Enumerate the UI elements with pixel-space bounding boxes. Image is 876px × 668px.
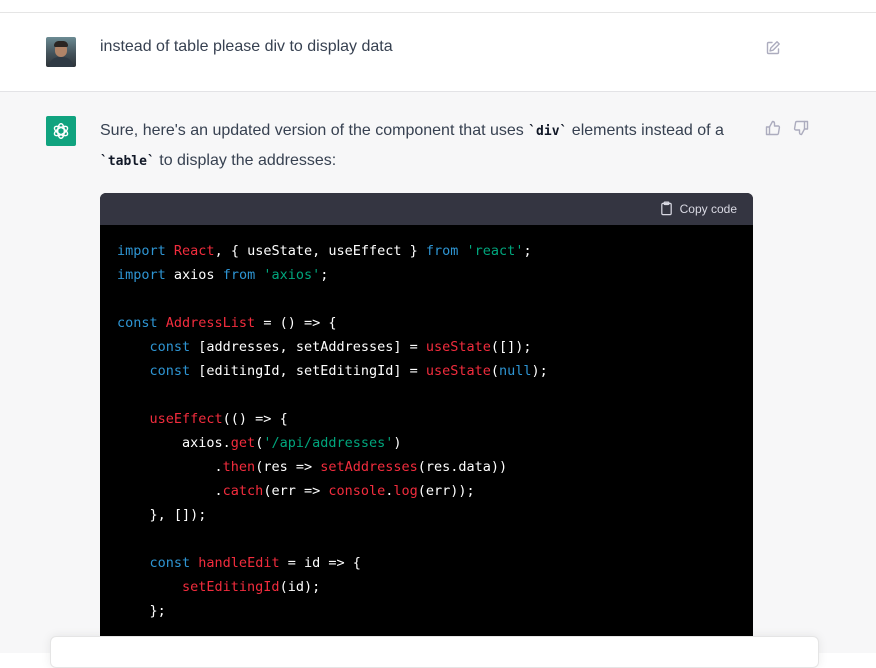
code-token: (id); — [279, 579, 321, 595]
code-line: const handleEdit = id => { — [117, 551, 737, 575]
code-token: ; — [523, 243, 532, 259]
code-token: useEffect — [149, 411, 223, 427]
inline-code: `div` — [528, 124, 568, 139]
code-token: ; — [320, 267, 329, 283]
code-block-header: Copy code — [100, 193, 753, 225]
code-line: useEffect(() => { — [117, 407, 737, 431]
code-token: handleEdit — [198, 555, 280, 571]
code-content: import React, { useState, useEffect } fr… — [100, 225, 753, 623]
code-token: then — [222, 459, 256, 475]
code-line: const [editingId, setEditingId] = useSta… — [117, 359, 737, 383]
assistant-message-text: Sure, here's an updated version of the c… — [100, 116, 740, 176]
code-block: Copy code import React, { useState, useE… — [100, 193, 753, 653]
thumbs-up-icon[interactable] — [765, 120, 781, 136]
assistant-text-part: elements instead of a — [567, 122, 724, 139]
code-line: .catch(err => console.log(err)); — [117, 479, 737, 503]
edit-icon[interactable] — [765, 40, 781, 56]
code-line: import axios from 'axios'; — [117, 263, 737, 287]
assistant-text-part: to display the addresses: — [154, 152, 337, 169]
code-token: useState — [425, 339, 491, 355]
code-token: ([]); — [490, 339, 532, 355]
code-token: 'react' — [466, 243, 524, 259]
user-message-row: instead of table please div to display d… — [0, 13, 876, 92]
code-token: catch — [222, 483, 264, 499]
code-token: (err => — [263, 483, 329, 499]
copy-code-label: Copy code — [679, 201, 737, 216]
code-token: from — [425, 243, 459, 259]
code-token: import — [117, 267, 166, 283]
inline-code: `table` — [100, 154, 155, 169]
code-token: setAddresses — [320, 459, 418, 475]
user-message-text: instead of table please div to display d… — [100, 38, 393, 55]
code-line: }; — [117, 599, 737, 623]
code-token: ) — [393, 435, 402, 451]
code-token: = () => { — [255, 315, 337, 331]
code-token: axios. — [117, 435, 231, 451]
code-token: null — [499, 363, 532, 379]
code-token: const — [149, 363, 191, 379]
code-token: . — [117, 483, 223, 499]
code-token: from — [222, 267, 256, 283]
code-token: }; — [117, 603, 166, 619]
code-line: setEditingId(id); — [117, 575, 737, 599]
code-token: setEditingId — [182, 579, 280, 595]
message-input-bar[interactable] — [50, 636, 819, 668]
code-token: axios — [165, 267, 223, 283]
code-token: console — [328, 483, 386, 499]
code-line: axios.get('/api/addresses') — [117, 431, 737, 455]
code-token: useState — [425, 363, 491, 379]
code-token: }, []); — [117, 507, 207, 523]
code-token: , { useState, useEffect } — [214, 243, 426, 259]
code-token: get — [230, 435, 256, 451]
code-token: const — [149, 339, 191, 355]
code-line: const AddressList = () => { — [117, 311, 737, 335]
code-token: = id => { — [279, 555, 361, 571]
code-token: . — [117, 459, 223, 475]
code-token: import — [117, 243, 166, 259]
code-line: const [addresses, setAddresses] = useSta… — [117, 335, 737, 359]
code-token: ); — [531, 363, 548, 379]
code-token: (() => { — [222, 411, 288, 427]
code-token: const — [149, 555, 191, 571]
clipboard-icon — [660, 201, 672, 216]
code-token: 'axios' — [263, 267, 321, 283]
assistant-text-part: Sure, here's an updated version of the c… — [100, 122, 529, 139]
code-token: React — [173, 243, 215, 259]
code-line: }, []); — [117, 503, 737, 527]
code-token: '/api/addresses' — [263, 435, 394, 451]
code-line: .then(res => setAddresses(res.data)) — [117, 455, 737, 479]
code-token: AddressList — [165, 315, 256, 331]
chatgpt-logo-icon — [46, 116, 76, 146]
user-avatar — [46, 37, 76, 67]
code-line: import React, { useState, useEffect } fr… — [117, 239, 737, 263]
code-token: [editingId, setEditingId] = — [190, 363, 426, 379]
code-token: ( — [490, 363, 500, 379]
code-token: (res.data)) — [417, 459, 508, 475]
thumbs-down-icon[interactable] — [793, 120, 809, 136]
code-token: const — [117, 315, 158, 331]
code-token: (res => — [255, 459, 321, 475]
code-token: log — [393, 483, 418, 499]
code-token: [addresses, setAddresses] = — [190, 339, 426, 355]
copy-code-button[interactable]: Copy code — [659, 201, 737, 216]
code-token: (err)); — [417, 483, 475, 499]
assistant-message-row: Sure, here's an updated version of the c… — [0, 92, 876, 653]
